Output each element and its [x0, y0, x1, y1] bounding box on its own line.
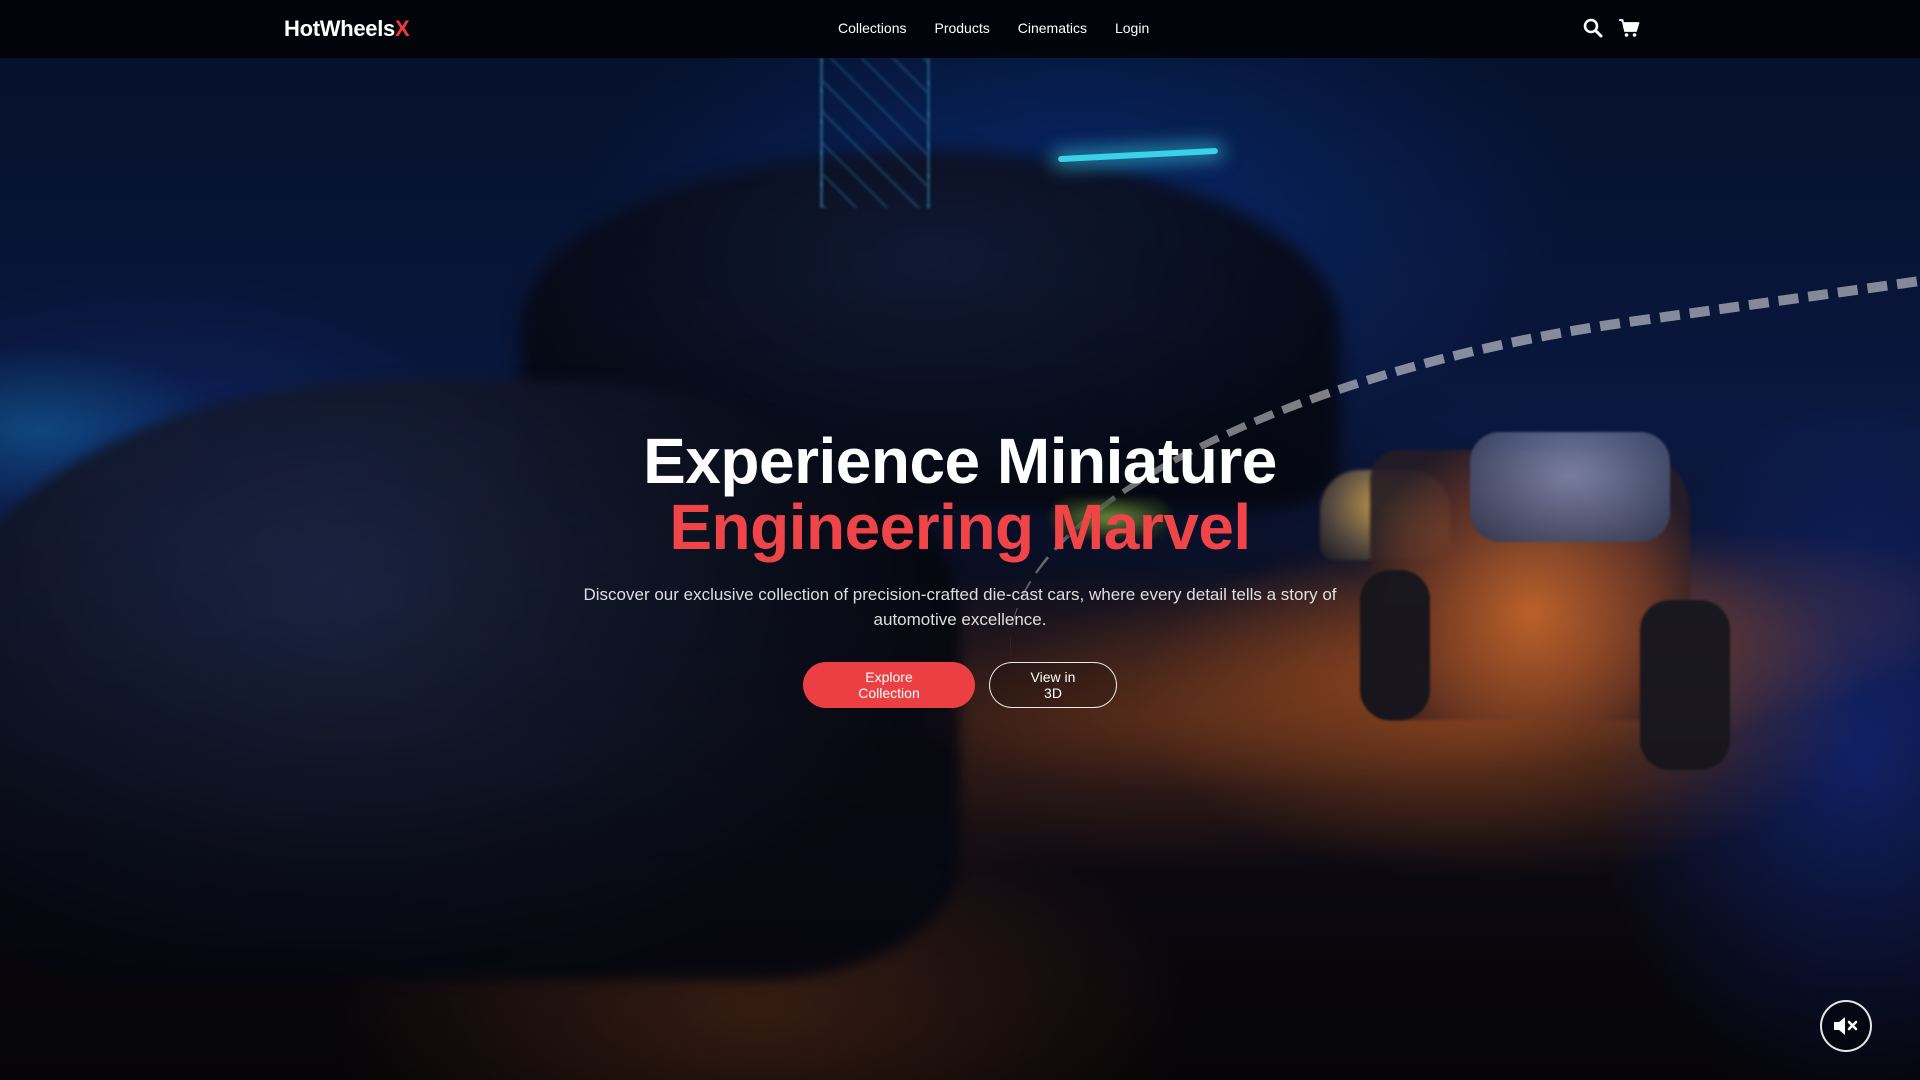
nav-link-login[interactable]: Login: [1115, 20, 1149, 36]
brand-accent: X: [394, 16, 410, 41]
brand-name: HotWheels: [284, 16, 395, 41]
brand-logo[interactable]: HotWheelsX: [284, 16, 410, 42]
home-page: HotWheelsX Collections Products Cinemati…: [0, 0, 1920, 1080]
mute-toggle-button[interactable]: [1820, 1000, 1872, 1052]
nav-icons: [1582, 17, 1640, 39]
speaker-muted-icon: [1834, 1017, 1858, 1035]
explore-collection-button[interactable]: Explore Collection: [803, 662, 975, 708]
cart-icon[interactable]: [1618, 17, 1640, 39]
view-in-3d-button[interactable]: View in 3D: [989, 662, 1117, 708]
nav-link-collections[interactable]: Collections: [838, 20, 906, 36]
top-navbar: HotWheelsX Collections Products Cinemati…: [0, 0, 1920, 58]
hero-subtitle: Discover our exclusive collection of pre…: [583, 585, 1337, 629]
hero-headline-line1: Experience Miniature: [643, 425, 1277, 497]
hero-headline: Experience Miniature Engineering Marvel: [0, 428, 1920, 560]
nav-link-cinematics[interactable]: Cinematics: [1018, 20, 1087, 36]
search-icon[interactable]: [1582, 17, 1604, 39]
nav-links: Collections Products Cinematics Login: [838, 20, 1149, 38]
hero-section: Experience Miniature Engineering Marvel …: [0, 428, 1920, 708]
hero-cta-row: Explore Collection View in 3D: [0, 662, 1920, 708]
hero-headline-line2: Engineering Marvel: [669, 491, 1251, 563]
nav-link-products[interactable]: Products: [934, 20, 989, 36]
